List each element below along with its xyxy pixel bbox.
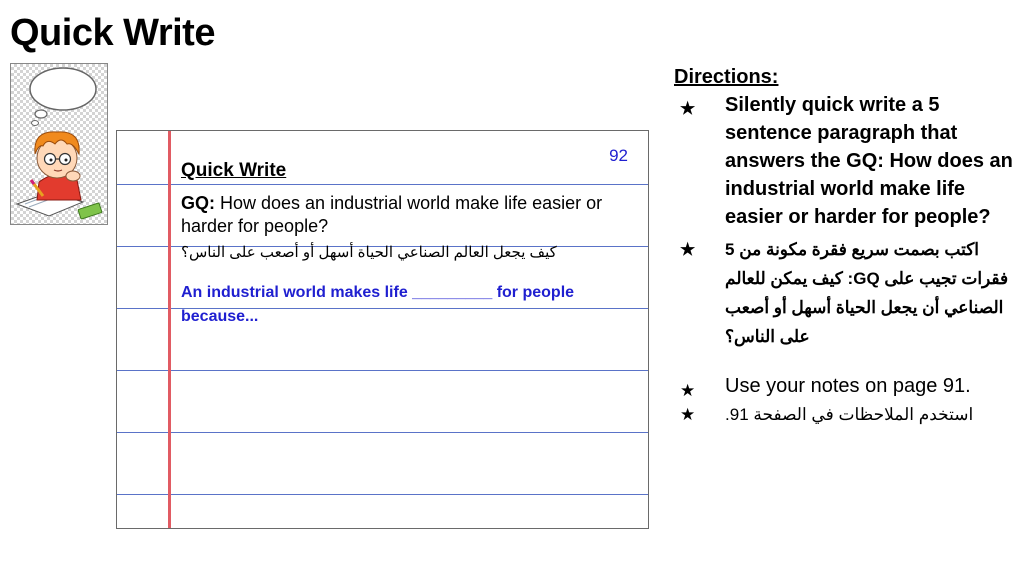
directions-heading: Directions: <box>674 66 779 88</box>
gq-label: GQ: <box>181 193 215 213</box>
guiding-question: GQ: How does an industrial world make li… <box>181 192 621 238</box>
star-bullet-icon: ★ <box>680 405 696 424</box>
directions-item: ★ Silently quick write a 5 sentence para… <box>674 91 1014 231</box>
directions-item-text: اكتب بصمت سريع فقرة مكونة من 5 فقرات تجي… <box>725 240 1009 346</box>
guiding-question-arabic: كيف يجعل العالم الصناعي الحياة أسهل أو أ… <box>181 244 557 261</box>
directions-item: ★ اكتب بصمت سريع فقرة مكونة من 5 فقرات ت… <box>674 235 1014 351</box>
directions-item: ★ استخدم الملاحظات في الصفحة 91. <box>674 402 1014 428</box>
directions-panel: Directions: ★ Silently quick write a 5 s… <box>674 66 1014 428</box>
page-title: Quick Write <box>10 12 215 54</box>
directions-item-text: استخدم الملاحظات في الصفحة 91. <box>725 405 974 424</box>
gq-text: How does an industrial world make life e… <box>181 193 603 236</box>
directions-item-text: Silently quick write a 5 sentence paragr… <box>725 94 1013 228</box>
directions-item-text: Use your notes on page 91. <box>725 375 971 397</box>
paper-title: Quick Write <box>181 160 287 181</box>
star-bullet-icon: ★ <box>680 99 696 118</box>
star-bullet-icon: ★ <box>680 381 696 400</box>
page-number: 92 <box>609 146 628 165</box>
sentence-starter: An industrial world makes life _________… <box>181 284 575 325</box>
notebook-paper: 92 Quick Write GQ: How does an industria… <box>116 130 649 529</box>
directions-item: ★ Use your notes on page 91. <box>674 373 1014 400</box>
star-bullet-icon: ★ <box>680 240 696 259</box>
paper-margin-line <box>168 131 171 528</box>
child-writing-thought-bubble-icon <box>10 63 108 225</box>
directions-list: ★ Silently quick write a 5 sentence para… <box>674 91 1014 428</box>
